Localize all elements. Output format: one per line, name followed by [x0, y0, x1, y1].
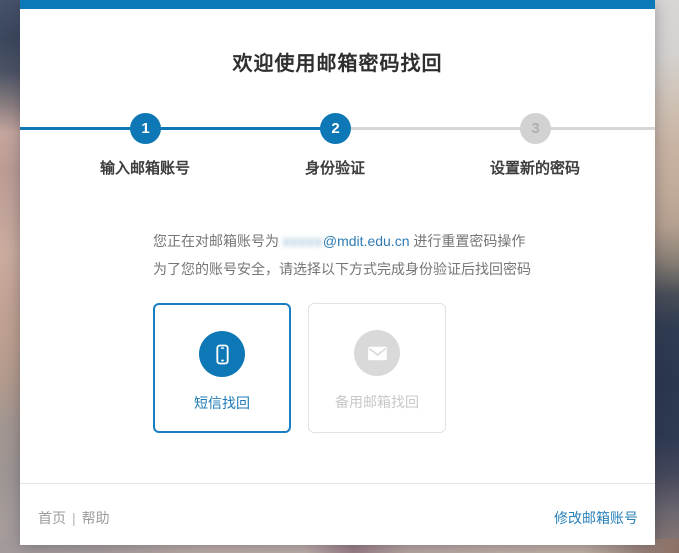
step-3-number: 3	[531, 120, 539, 137]
stepper-progress	[20, 127, 335, 130]
change-email-account-link[interactable]: 修改邮箱账号	[554, 510, 638, 526]
step-1-number: 1	[141, 120, 149, 137]
step-2-label: 身份验证	[305, 157, 365, 178]
notice-text: 您正在对邮箱账号为 xxxxx@mdit.edu.cn 进行重置密码操作 为了您…	[153, 227, 615, 283]
password-recovery-panel: 欢迎使用邮箱密码找回 1 2 3 输入邮箱账号 身份验证 设置新的密码 您正在对…	[20, 0, 655, 545]
step-2-number: 2	[331, 120, 339, 137]
footer-divider	[20, 483, 655, 484]
smartphone-icon	[199, 331, 245, 377]
footer: 首页 | 帮助 修改邮箱账号	[38, 508, 638, 528]
envelope-icon	[354, 330, 400, 376]
step-3-circle: 3	[520, 113, 551, 144]
notice-line1-suffix: 进行重置密码操作	[409, 233, 525, 249]
step-1-label: 输入邮箱账号	[100, 157, 190, 178]
email-domain: @mdit.edu.cn	[323, 233, 410, 249]
step-1-circle: 1	[130, 113, 161, 144]
sms-recovery-label: 短信找回	[155, 393, 289, 413]
step-3-label: 设置新的密码	[490, 157, 580, 178]
email-username-redacted: xxxxx	[283, 233, 323, 249]
footer-separator: |	[72, 510, 76, 526]
footer-right-links: 修改邮箱账号	[554, 508, 638, 528]
sms-recovery-option[interactable]: 短信找回	[153, 303, 291, 433]
step-2-circle: 2	[320, 113, 351, 144]
top-accent-bar	[20, 0, 655, 9]
notice-line-2: 为了您的账号安全，请选择以下方式完成身份验证后找回密码	[153, 255, 615, 283]
notice-line-1: 您正在对邮箱账号为 xxxxx@mdit.edu.cn 进行重置密码操作	[153, 227, 615, 255]
notice-line1-prefix: 您正在对邮箱账号为	[153, 233, 283, 249]
home-link[interactable]: 首页	[38, 510, 66, 526]
verification-options: 短信找回 备用邮箱找回	[153, 303, 446, 433]
footer-left-links: 首页 | 帮助	[38, 508, 110, 528]
help-link[interactable]: 帮助	[82, 510, 110, 526]
backup-email-recovery-option[interactable]: 备用邮箱找回	[308, 303, 446, 433]
backup-email-recovery-label: 备用邮箱找回	[309, 392, 445, 412]
page-title: 欢迎使用邮箱密码找回	[20, 47, 655, 76]
